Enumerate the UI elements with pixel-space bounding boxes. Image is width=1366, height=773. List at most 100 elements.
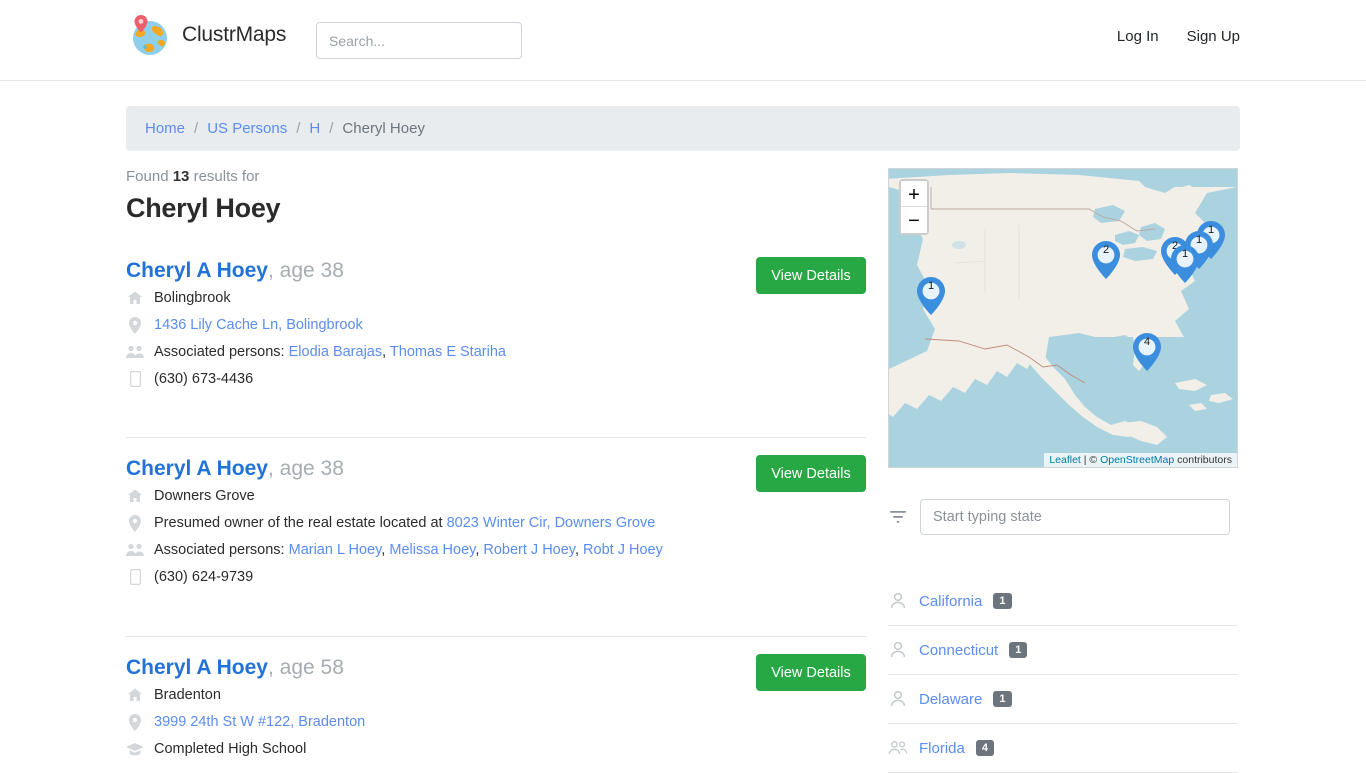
zoom-in-button[interactable]: +	[901, 181, 927, 207]
associated-person-link[interactable]: Elodia Barajas	[289, 344, 383, 360]
breadcrumb-separator: /	[194, 120, 199, 137]
view-details-button[interactable]: View Details	[756, 257, 866, 294]
result-address-link[interactable]: 8023 Winter Cir, Downers Grove	[447, 515, 656, 531]
result-age: , age 58	[268, 656, 344, 679]
graduation-cap-icon	[126, 739, 144, 759]
state-list-item-california[interactable]: California 1	[888, 577, 1238, 626]
map-pin-icon	[126, 513, 144, 533]
associated-person-link[interactable]: Thomas E Stariha	[390, 344, 506, 360]
result-city: Bradenton	[154, 687, 221, 703]
found-prefix: Found	[126, 168, 169, 185]
breadcrumb: Home / US Persons / H / Cheryl Hoey	[126, 106, 1240, 151]
search-input[interactable]	[316, 22, 522, 59]
associated-person-link[interactable]: Marian L Hoey	[289, 542, 382, 558]
state-name: Florida	[919, 739, 965, 757]
result-phone-row: (630) 673-4436	[126, 369, 866, 389]
person-icon	[890, 592, 906, 609]
result-name-line: Cheryl A Hoey, age 38	[126, 239, 866, 281]
result-card: Cheryl A Hoey, age 58 Bradenton 3999 24t…	[126, 636, 866, 759]
openstreetmap-link[interactable]: OpenStreetMap	[1100, 454, 1174, 466]
result-education-row: Completed High School	[126, 739, 866, 759]
result-address-row: 1436 Lily Cache Ln, Bolingbrook	[126, 315, 866, 335]
people-icon	[126, 342, 144, 362]
state-list-item-connecticut[interactable]: Connecticut 1	[888, 626, 1238, 675]
result-name-link[interactable]: Cheryl A Hoey	[126, 656, 268, 679]
state-name: Connecticut	[919, 641, 999, 659]
brand-logo-link[interactable]: ClustrMaps	[126, 12, 286, 58]
breadcrumb-item-h[interactable]: H	[309, 120, 320, 137]
header-nav: Log In Sign Up	[1117, 28, 1240, 45]
map-marker-count: 2	[1102, 244, 1110, 256]
map-marker-count: 4	[1143, 336, 1151, 348]
breadcrumb-item-current: Cheryl Hoey	[342, 120, 425, 137]
state-name: Delaware	[919, 690, 983, 708]
result-city-row: Bradenton	[126, 685, 866, 705]
map-marker-count: 1	[1181, 248, 1189, 260]
associated-person-link[interactable]: Robert J Hoey	[483, 542, 575, 558]
state-name: California	[919, 592, 983, 610]
card-divider	[126, 636, 866, 637]
associated-person-link[interactable]: Melissa Hoey	[389, 542, 475, 558]
result-card: Cheryl A Hoey, age 38 Bolingbrook 1436 L…	[126, 239, 866, 389]
map-tiles	[889, 169, 1237, 467]
map-pin-icon	[126, 712, 144, 732]
result-phone: (630) 673-4436	[154, 371, 254, 387]
leaflet-link[interactable]: Leaflet	[1049, 454, 1081, 466]
map-marker[interactable]: 1	[917, 277, 945, 315]
home-icon	[126, 685, 144, 705]
state-filter-input[interactable]	[920, 499, 1230, 535]
state-count-badge: 4	[975, 739, 994, 757]
result-city: Bolingbrook	[154, 290, 231, 306]
state-filter-row	[888, 499, 1238, 535]
view-details-button[interactable]: View Details	[756, 455, 866, 492]
result-card: Cheryl A Hoey, age 38 Downers Grove Pres…	[126, 437, 866, 587]
state-list-item-delaware[interactable]: Delaware 1	[888, 675, 1238, 724]
state-count-badge: 1	[993, 690, 1012, 708]
result-associated-text: Associated persons: Elodia Barajas, Thom…	[154, 344, 506, 360]
people-icon	[888, 740, 908, 754]
breadcrumb-item-home[interactable]: Home	[145, 120, 185, 137]
card-divider	[126, 437, 866, 438]
breadcrumb-separator: /	[296, 120, 301, 137]
person-icon	[890, 641, 906, 658]
result-name-line: Cheryl A Hoey, age 58	[126, 636, 866, 678]
result-name-link[interactable]: Cheryl A Hoey	[126, 259, 268, 282]
state-count-badge: 1	[1009, 641, 1028, 659]
signup-link[interactable]: Sign Up	[1187, 28, 1240, 45]
state-list-item-florida[interactable]: Florida 4	[888, 724, 1238, 773]
result-name-link[interactable]: Cheryl A Hoey	[126, 457, 268, 480]
attribution-tail: contributors	[1174, 454, 1232, 466]
breadcrumb-separator: /	[329, 120, 334, 137]
presumed-owner-label: Presumed owner of the real estate locate…	[154, 515, 447, 531]
phone-icon	[126, 567, 144, 587]
result-associated-text: Associated persons: Marian L Hoey, Melis…	[154, 542, 663, 558]
login-link[interactable]: Log In	[1117, 28, 1159, 45]
results-map[interactable]: + − 1 2 1 1 2 1 4 Leaflet | © OpenStreet…	[888, 168, 1238, 468]
breadcrumb-item-us-persons[interactable]: US Persons	[207, 120, 287, 137]
map-marker[interactable]: 4	[1133, 333, 1161, 371]
results-count: 13	[172, 168, 190, 185]
result-age: , age 38	[268, 457, 344, 480]
map-marker-count: 1	[927, 280, 935, 292]
result-city-row: Bolingbrook	[126, 288, 866, 308]
result-phone-row: (630) 624-9739	[126, 567, 866, 587]
result-phone: (630) 624-9739	[154, 569, 254, 585]
brand-name: ClustrMaps	[182, 23, 287, 46]
person-icon	[890, 690, 906, 707]
result-age: , age 38	[268, 259, 344, 282]
associated-person-link[interactable]: Robt J Hoey	[583, 542, 663, 558]
associated-label: Associated persons:	[154, 344, 289, 360]
zoom-out-button[interactable]: −	[901, 207, 927, 233]
people-icon	[126, 540, 144, 560]
result-address-link[interactable]: 3999 24th St W #122, Bradenton	[154, 712, 365, 732]
state-count-badge: 1	[993, 592, 1012, 610]
view-details-button[interactable]: View Details	[756, 654, 866, 691]
map-zoom-controls[interactable]: + −	[899, 179, 929, 235]
map-marker[interactable]: 2	[1092, 241, 1120, 279]
globe-pin-icon	[133, 15, 167, 55]
site-header: ClustrMaps Log In Sign Up	[0, 0, 1366, 81]
result-address-link[interactable]: 1436 Lily Cache Ln, Bolingbrook	[154, 315, 363, 335]
filter-icon	[890, 511, 906, 523]
map-marker[interactable]: 1	[1171, 245, 1199, 283]
map-attribution: Leaflet | © OpenStreetMap contributors	[1044, 453, 1237, 467]
